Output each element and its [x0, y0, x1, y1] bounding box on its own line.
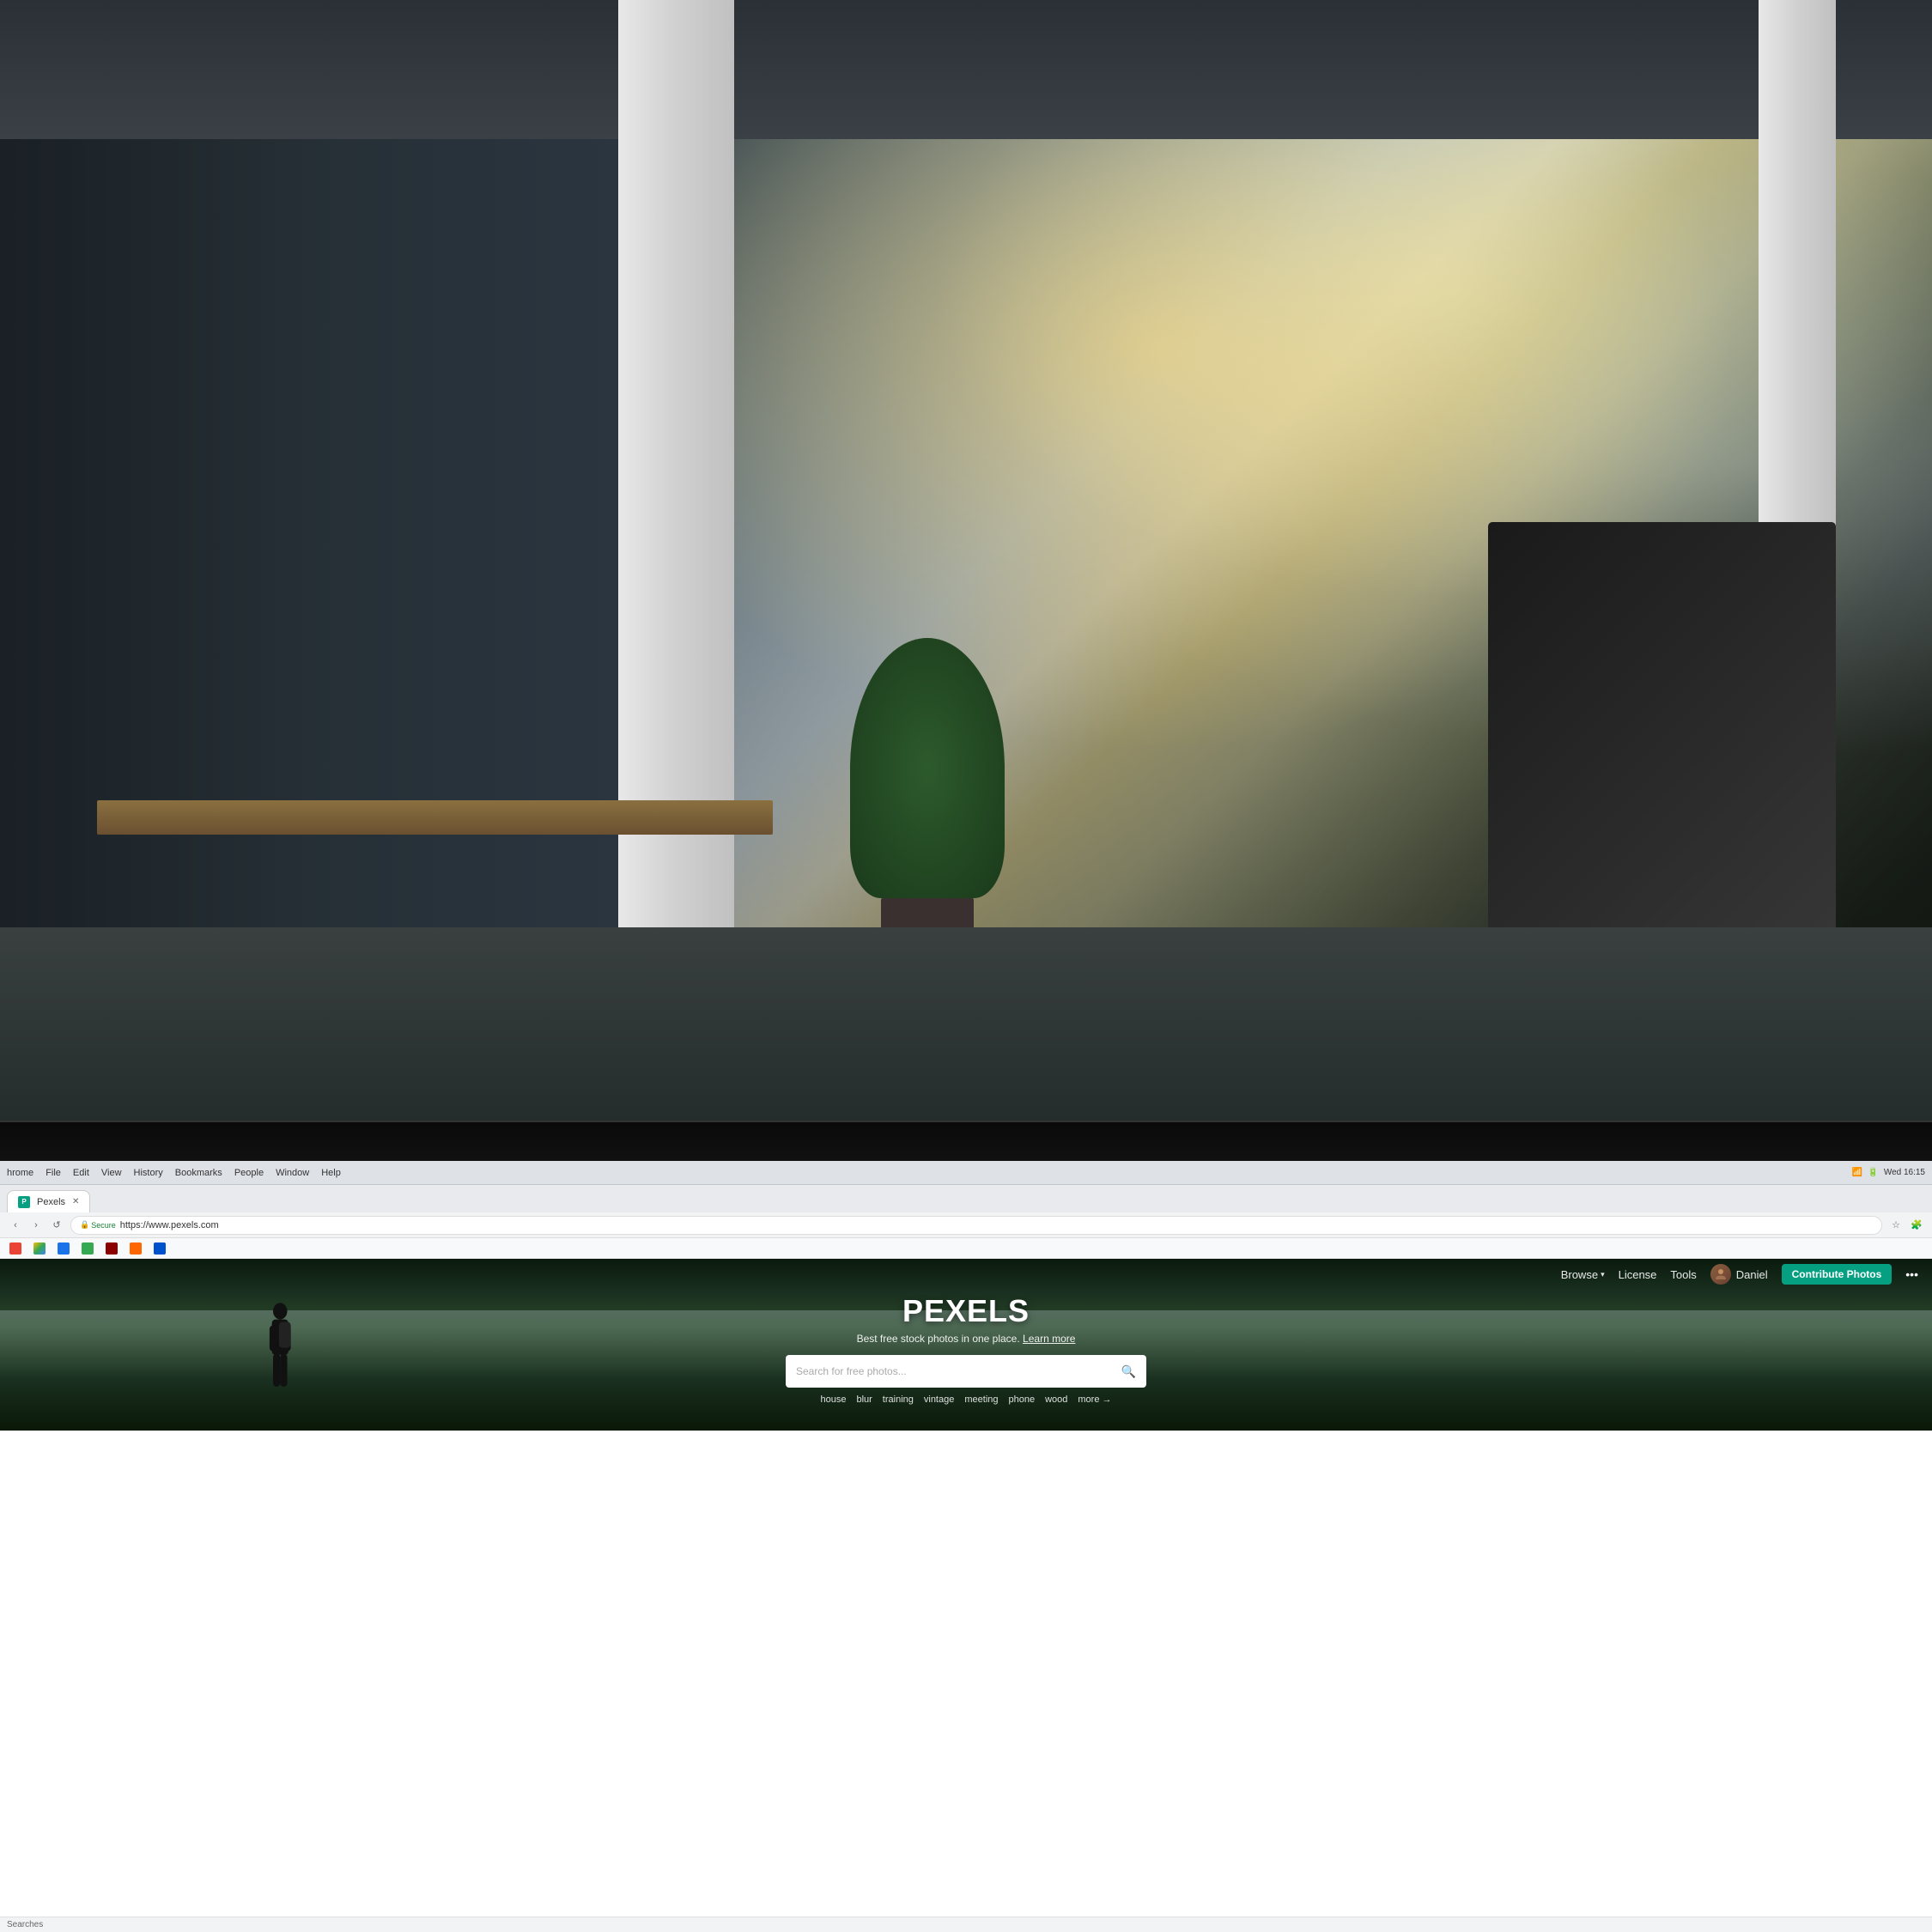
menu-edit[interactable]: Edit — [73, 1168, 89, 1178]
search-tags: house blur training vintage meeting phon… — [820, 1394, 1111, 1405]
hero-content: PEXELS Best free stock photos in one pla… — [0, 1293, 1932, 1405]
status-bar: Searches — [0, 1917, 1932, 1932]
tools-nav-link[interactable]: Tools — [1670, 1268, 1696, 1281]
bookmark-4[interactable] — [125, 1241, 146, 1256]
orange-icon — [130, 1242, 142, 1255]
tag-wood[interactable]: wood — [1045, 1394, 1067, 1405]
back-button[interactable]: ‹ — [7, 1217, 24, 1234]
bookmark-5[interactable] — [149, 1241, 170, 1256]
menu-bookmarks[interactable]: Bookmarks — [175, 1168, 222, 1178]
menu-help[interactable]: Help — [321, 1168, 341, 1178]
bookmark-drive[interactable] — [29, 1241, 50, 1256]
green-icon — [82, 1242, 94, 1255]
pexels-website: Browse ▾ License Tools — [0, 1259, 1932, 1431]
pexels-tagline: Best free stock photos in one place. Lea… — [857, 1333, 1076, 1345]
bookmark-2[interactable] — [77, 1241, 98, 1256]
address-field[interactable]: 🔒 Secure https://www.pexels.com — [70, 1216, 1882, 1235]
tab-title: Pexels — [37, 1197, 65, 1207]
user-name[interactable]: Daniel — [1736, 1268, 1768, 1281]
tag-vintage[interactable]: vintage — [924, 1394, 954, 1405]
blue-icon — [154, 1242, 166, 1255]
tag-house[interactable]: house — [820, 1394, 846, 1405]
address-bar: ‹ › ↺ 🔒 Secure https://www.pexels.com ☆ … — [0, 1212, 1932, 1238]
menu-view[interactable]: View — [101, 1168, 122, 1178]
search-icon[interactable]: 🔍 — [1121, 1364, 1136, 1379]
tag-more[interactable]: more → — [1078, 1394, 1111, 1405]
more-options-icon[interactable]: ••• — [1905, 1267, 1918, 1281]
battery-icon: 🔋 — [1868, 1168, 1878, 1177]
bookmark-calendar[interactable] — [53, 1241, 74, 1256]
secure-badge: 🔒 Secure — [80, 1220, 116, 1230]
status-text: Searches — [7, 1920, 43, 1929]
tab-favicon: P — [18, 1196, 30, 1208]
dark-walls — [0, 0, 618, 927]
pexels-search-bar[interactable]: Search for free photos... 🔍 — [786, 1355, 1146, 1388]
lock-icon: 🔒 — [80, 1220, 89, 1230]
chrome-menu-bar: hrome File Edit View History Bookmarks P… — [0, 1161, 1932, 1185]
pexels-logo: PEXELS — [902, 1293, 1030, 1329]
menu-window[interactable]: Window — [276, 1168, 309, 1178]
browse-nav-link[interactable]: Browse ▾ — [1561, 1268, 1605, 1281]
gmail-icon — [9, 1242, 21, 1255]
red-icon — [106, 1242, 118, 1255]
bookmark-3[interactable] — [101, 1241, 122, 1256]
menu-history[interactable]: History — [134, 1168, 163, 1178]
tag-meeting[interactable]: meeting — [964, 1394, 998, 1405]
license-nav-link[interactable]: License — [1619, 1268, 1657, 1281]
tab-close-button[interactable]: ✕ — [72, 1197, 79, 1206]
learn-more-link[interactable]: Learn more — [1023, 1333, 1075, 1345]
ceiling-beams — [0, 0, 1932, 139]
toolbar-buttons: ☆ 🧩 — [1887, 1217, 1925, 1234]
extensions-icon[interactable]: 🧩 — [1908, 1217, 1925, 1234]
table — [97, 800, 774, 835]
monitor-bezel — [0, 1121, 1932, 1161]
nav-buttons: ‹ › ↺ — [7, 1217, 65, 1234]
chrome-tabs-bar: P Pexels ✕ — [0, 1185, 1932, 1212]
drive-icon — [33, 1242, 46, 1255]
background-photo — [0, 0, 1932, 1159]
contribute-photos-button[interactable]: Contribute Photos — [1782, 1264, 1893, 1285]
browse-chevron-icon: ▾ — [1601, 1270, 1605, 1279]
wifi-icon: 📶 — [1852, 1168, 1862, 1177]
tag-training[interactable]: training — [883, 1394, 914, 1405]
user-avatar[interactable] — [1710, 1264, 1731, 1285]
forward-button[interactable]: › — [27, 1217, 45, 1234]
tag-phone[interactable]: phone — [1009, 1394, 1036, 1405]
tag-blur[interactable]: blur — [856, 1394, 872, 1405]
pexels-nav: Browse ▾ License Tools — [0, 1259, 1932, 1290]
system-icons: 📶 🔋 Wed 16:15 — [1852, 1168, 1925, 1177]
menu-people[interactable]: People — [234, 1168, 264, 1178]
search-placeholder: Search for free photos... — [796, 1365, 1115, 1377]
pexels-hero: Browse ▾ License Tools — [0, 1259, 1932, 1431]
active-tab[interactable]: P Pexels ✕ — [7, 1190, 90, 1212]
calendar-icon — [58, 1242, 70, 1255]
bookmark-star-icon[interactable]: ☆ — [1887, 1217, 1905, 1234]
url-text: https://www.pexels.com — [120, 1220, 219, 1230]
bookmark-gmail[interactable] — [5, 1241, 26, 1256]
menu-chrome[interactable]: hrome — [7, 1168, 33, 1178]
nav-links: Browse ▾ License Tools — [1561, 1264, 1918, 1285]
clock: Wed 16:15 — [1884, 1168, 1925, 1177]
chrome-menus: hrome File Edit View History Bookmarks P… — [7, 1168, 341, 1178]
refresh-button[interactable]: ↺ — [48, 1217, 65, 1234]
monitor: hrome File Edit View History Bookmarks P… — [0, 1121, 1932, 1932]
bookmarks-bar — [0, 1238, 1932, 1259]
monitor-screen: hrome File Edit View History Bookmarks P… — [0, 1161, 1932, 1932]
user-section: Daniel — [1710, 1264, 1768, 1285]
menu-file[interactable]: File — [46, 1168, 61, 1178]
